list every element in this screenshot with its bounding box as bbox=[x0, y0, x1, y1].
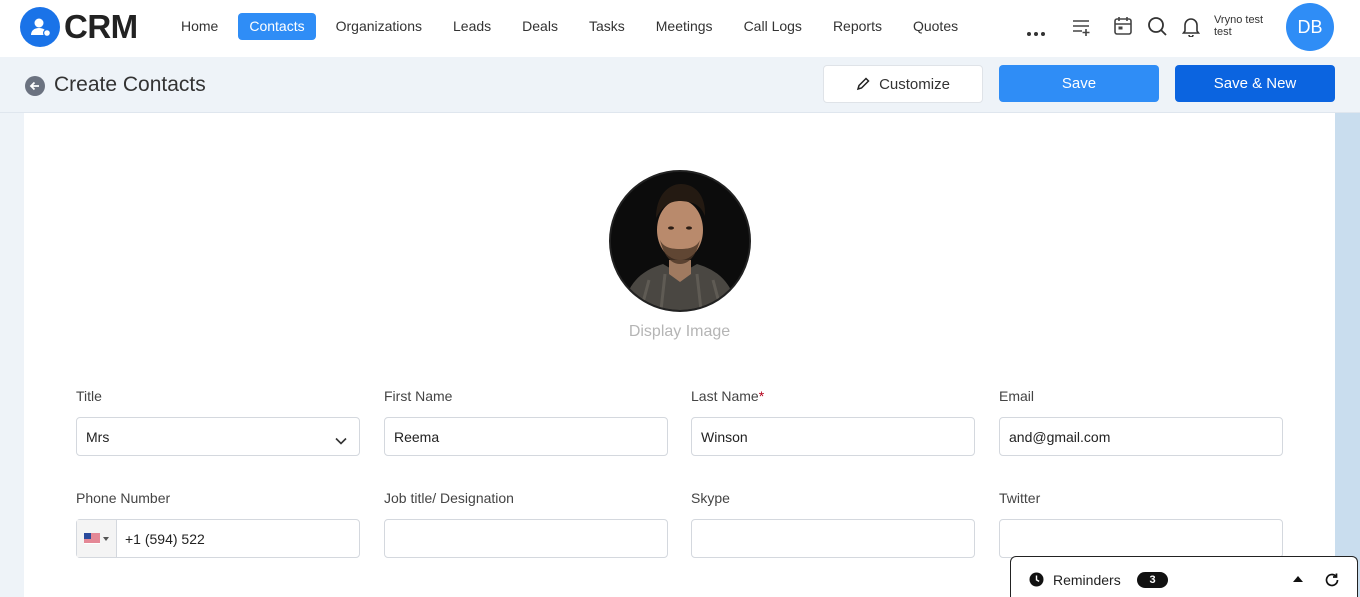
user-logo-icon bbox=[20, 7, 60, 47]
twitter-field[interactable] bbox=[999, 519, 1283, 558]
save-button[interactable]: Save bbox=[999, 65, 1159, 102]
app-logo[interactable]: CRM bbox=[20, 7, 138, 47]
nav-item-tasks[interactable]: Tasks bbox=[578, 13, 636, 40]
contact-form-card: Display Image Title First Name Last Name… bbox=[24, 113, 1335, 597]
add-list-icon[interactable] bbox=[1071, 16, 1093, 43]
email-label: Email bbox=[999, 388, 1035, 404]
title-label: Title bbox=[76, 388, 102, 404]
reminders-label: Reminders bbox=[1053, 572, 1121, 588]
phone-number-label: Phone Number bbox=[76, 490, 171, 506]
title-select-value: Mrs bbox=[86, 428, 110, 445]
twitter-label: Twitter bbox=[999, 490, 1041, 506]
skype-field[interactable] bbox=[691, 519, 975, 558]
user-name-line1: Vryno test bbox=[1214, 14, 1264, 26]
job-title-field[interactable] bbox=[384, 519, 668, 558]
scroll-area-strip bbox=[1335, 113, 1360, 597]
display-image-caption: Display Image bbox=[628, 323, 731, 340]
last-name-label-text: Last Name bbox=[691, 388, 759, 404]
bell-icon[interactable] bbox=[1181, 16, 1201, 42]
reminders-panel[interactable]: Reminders 3 bbox=[1010, 556, 1358, 597]
first-name-label: First Name bbox=[384, 388, 453, 404]
phone-number-field[interactable]: +1 (594) 522 bbox=[76, 519, 360, 558]
country-code-select[interactable] bbox=[77, 520, 117, 557]
page-title: Create Contacts bbox=[54, 73, 206, 96]
user-name: Vryno test test bbox=[1214, 14, 1263, 38]
search-icon[interactable] bbox=[1147, 16, 1168, 42]
caret-down-icon bbox=[103, 536, 109, 541]
last-name-label: Last Name* bbox=[691, 388, 764, 404]
first-name-field[interactable]: Reema bbox=[384, 417, 668, 456]
customize-button[interactable]: Customize bbox=[823, 65, 983, 103]
page-header: Create Contacts Customize Save Save & Ne… bbox=[0, 57, 1360, 113]
back-arrow-icon[interactable] bbox=[25, 76, 45, 96]
job-title-label: Job title/ Designation bbox=[384, 490, 514, 506]
nav-item-contacts[interactable]: Contacts bbox=[238, 13, 316, 40]
chevron-down-icon bbox=[335, 432, 347, 448]
clock-icon bbox=[1029, 572, 1044, 587]
email-field[interactable]: and@gmail.com bbox=[999, 417, 1283, 456]
customize-label: Customize bbox=[879, 75, 950, 93]
save-and-new-button[interactable]: Save & New bbox=[1175, 65, 1335, 102]
more-icon[interactable] bbox=[1026, 24, 1046, 42]
nav-item-call-logs[interactable]: Call Logs bbox=[733, 13, 813, 40]
nav-item-deals[interactable]: Deals bbox=[511, 13, 569, 40]
reminders-count-badge: 3 bbox=[1137, 572, 1168, 588]
required-mark: * bbox=[758, 388, 765, 404]
main-nav: Home Contacts Organizations Leads Deals … bbox=[170, 13, 978, 40]
phone-number-value: +1 (594) 522 bbox=[125, 530, 205, 547]
nav-item-organizations[interactable]: Organizations bbox=[325, 13, 433, 40]
nav-item-meetings[interactable]: Meetings bbox=[645, 13, 724, 40]
skype-label: Skype bbox=[691, 490, 730, 506]
pencil-icon bbox=[856, 77, 870, 91]
logo-text: CRM bbox=[64, 8, 138, 45]
nav-item-leads[interactable]: Leads bbox=[442, 13, 502, 40]
refresh-icon[interactable] bbox=[1324, 572, 1340, 588]
title-select[interactable]: Mrs bbox=[76, 417, 360, 456]
contact-photo[interactable] bbox=[609, 170, 751, 312]
top-navbar: CRM Home Contacts Organizations Leads De… bbox=[0, 0, 1360, 57]
us-flag-icon bbox=[84, 533, 100, 544]
user-name-line2: test bbox=[1214, 26, 1232, 38]
nav-item-quotes[interactable]: Quotes bbox=[902, 13, 969, 40]
calendar-icon[interactable] bbox=[1113, 16, 1133, 41]
nav-item-reports[interactable]: Reports bbox=[822, 13, 893, 40]
last-name-field[interactable]: Winson bbox=[691, 417, 975, 456]
avatar[interactable]: DB bbox=[1286, 3, 1334, 51]
nav-item-home[interactable]: Home bbox=[170, 13, 229, 40]
caret-up-icon[interactable] bbox=[1293, 576, 1303, 582]
